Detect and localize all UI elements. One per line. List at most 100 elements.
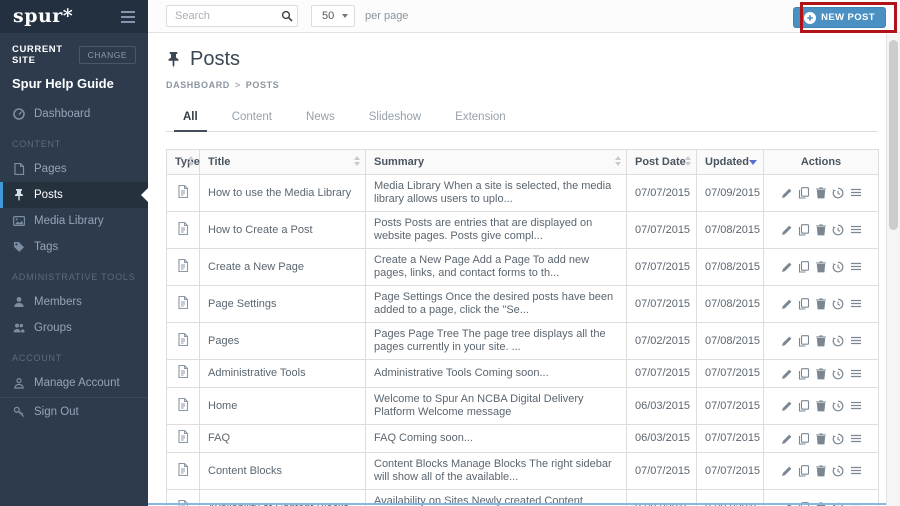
post-title[interactable]: How to use the Media Library [199, 174, 366, 212]
tab-content[interactable]: Content [215, 104, 289, 131]
post-title[interactable]: Page Settings [199, 285, 366, 323]
delete-icon[interactable] [815, 432, 828, 445]
post-title[interactable]: Create a New Page [199, 248, 366, 286]
table-row: Pages Pages Page Tree The page tree displ… [166, 322, 879, 360]
duplicate-icon[interactable] [797, 261, 810, 274]
edit-icon[interactable] [780, 367, 793, 380]
edit-icon[interactable] [780, 400, 793, 413]
edit-icon[interactable] [780, 187, 793, 200]
breadcrumb-posts[interactable]: POSTS [246, 80, 280, 90]
sidebar-item-sign-out[interactable]: Sign Out [0, 399, 148, 425]
sidebar-item-media-library[interactable]: Media Library [0, 208, 148, 234]
list-icon[interactable] [849, 432, 862, 445]
sidebar-item-members[interactable]: Members [0, 289, 148, 315]
post-title[interactable]: Home [199, 387, 366, 425]
per-page-label: per page [365, 10, 409, 22]
new-post-button[interactable]: NEW POST [793, 7, 886, 28]
table-header-row: Type Title Summary Post Date Updated Act… [166, 149, 879, 175]
history-icon[interactable] [832, 187, 845, 200]
column-header-type[interactable]: Type [166, 149, 200, 175]
post-summary: Welcome to Spur An NCBA Digital Delivery… [365, 387, 627, 425]
sidebar-item-pages[interactable]: Pages [0, 156, 148, 182]
search-input[interactable] [167, 10, 277, 22]
edit-icon[interactable] [780, 298, 793, 311]
sort-desc-icon[interactable] [749, 160, 757, 165]
edit-icon[interactable] [780, 465, 793, 478]
edit-icon[interactable] [780, 224, 793, 237]
list-icon[interactable] [849, 465, 862, 478]
tab-news[interactable]: News [289, 104, 352, 131]
sidebar-item-groups[interactable]: Groups [0, 315, 148, 341]
delete-icon[interactable] [815, 400, 828, 413]
list-icon[interactable] [849, 261, 862, 274]
sidebar-item-label: Members [34, 296, 82, 308]
sidebar-item-dashboard[interactable]: Dashboard [0, 101, 148, 127]
column-header-post-date[interactable]: Post Date [626, 149, 697, 175]
search-icon[interactable] [277, 10, 297, 22]
duplicate-icon[interactable] [797, 187, 810, 200]
post-title[interactable]: How to Create a Post [199, 211, 366, 249]
sort-icon[interactable] [188, 156, 194, 166]
history-icon[interactable] [832, 400, 845, 413]
history-icon[interactable] [832, 367, 845, 380]
change-site-button[interactable]: CHANGE [78, 46, 136, 64]
scrollbar-thumb[interactable] [889, 40, 898, 230]
history-icon[interactable] [832, 298, 845, 311]
actions-cell [763, 248, 879, 286]
delete-icon[interactable] [815, 261, 828, 274]
duplicate-icon[interactable] [797, 400, 810, 413]
delete-icon[interactable] [815, 367, 828, 380]
sidebar-item-manage-account[interactable]: Manage Account [0, 370, 148, 396]
page-size-select[interactable]: 50 [311, 5, 355, 27]
post-title[interactable]: FAQ [199, 424, 366, 453]
delete-icon[interactable] [815, 465, 828, 478]
column-header-updated[interactable]: Updated [696, 149, 764, 175]
post-title[interactable]: Pages [199, 322, 366, 360]
edit-icon[interactable] [780, 432, 793, 445]
column-header-summary[interactable]: Summary [365, 149, 627, 175]
history-icon[interactable] [832, 432, 845, 445]
list-icon[interactable] [849, 400, 862, 413]
post-type-cell [166, 211, 200, 249]
current-site-block: CURRENT SITE CHANGE Spur Help Guide [0, 33, 148, 95]
history-icon[interactable] [832, 465, 845, 478]
list-icon[interactable] [849, 187, 862, 200]
history-icon[interactable] [832, 335, 845, 348]
image-icon [12, 215, 25, 228]
delete-icon[interactable] [815, 298, 828, 311]
hamburger-menu-icon[interactable] [121, 8, 135, 26]
post-type-cell [166, 387, 200, 425]
vertical-scrollbar[interactable] [886, 34, 900, 506]
duplicate-icon[interactable] [797, 432, 810, 445]
duplicate-icon[interactable] [797, 367, 810, 380]
tab-slideshow[interactable]: Slideshow [352, 104, 438, 131]
delete-icon[interactable] [815, 224, 828, 237]
history-icon[interactable] [832, 261, 845, 274]
breadcrumb-dashboard[interactable]: DASHBOARD [166, 80, 230, 90]
sort-icon[interactable] [685, 156, 691, 166]
post-title[interactable]: Administrative Tools [199, 359, 366, 388]
post-title[interactable]: Content Blocks [199, 452, 366, 490]
tab-extension[interactable]: Extension [438, 104, 523, 131]
sort-icon[interactable] [354, 156, 360, 166]
duplicate-icon[interactable] [797, 298, 810, 311]
duplicate-icon[interactable] [797, 224, 810, 237]
delete-icon[interactable] [815, 187, 828, 200]
list-icon[interactable] [849, 224, 862, 237]
post-summary: Pages Page Tree The page tree displays a… [365, 322, 627, 360]
list-icon[interactable] [849, 298, 862, 311]
sort-icon[interactable] [615, 156, 621, 166]
user-icon [12, 377, 25, 390]
edit-icon[interactable] [780, 335, 793, 348]
duplicate-icon[interactable] [797, 465, 810, 478]
sidebar-item-tags[interactable]: Tags [0, 234, 148, 260]
list-icon[interactable] [849, 367, 862, 380]
sidebar-item-posts[interactable]: Posts [0, 182, 148, 208]
edit-icon[interactable] [780, 261, 793, 274]
tab-all[interactable]: All [166, 104, 215, 132]
list-icon[interactable] [849, 335, 862, 348]
delete-icon[interactable] [815, 335, 828, 348]
column-header-title[interactable]: Title [199, 149, 366, 175]
history-icon[interactable] [832, 224, 845, 237]
duplicate-icon[interactable] [797, 335, 810, 348]
